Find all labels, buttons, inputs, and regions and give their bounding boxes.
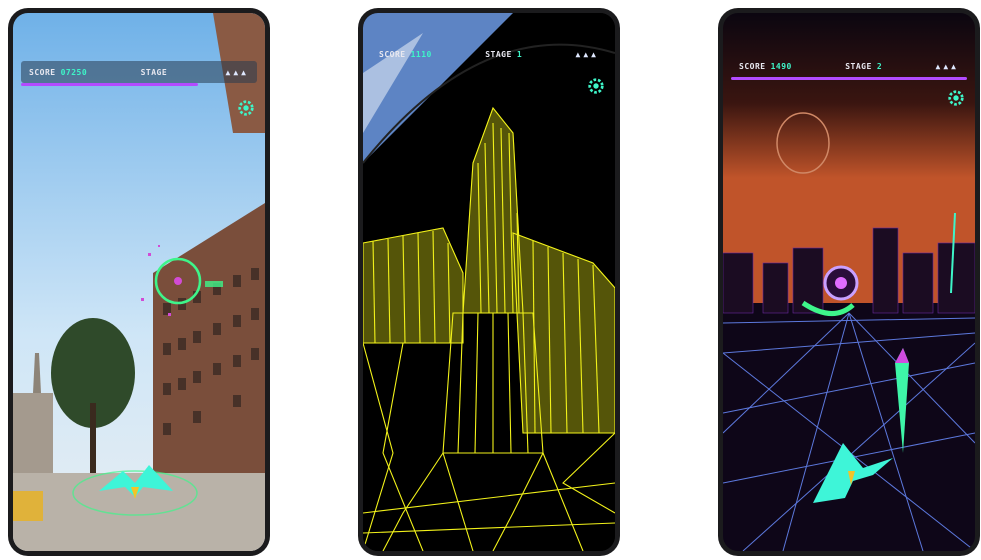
stage-value: 2 [876,61,883,71]
phone-2: SCORE 1110 STAGE 1 ▲▲▲ [358,8,620,556]
score-label: SCORE [379,49,406,59]
score-label: SCORE [739,61,766,71]
lives-indicator: ▲▲▲ [935,61,959,71]
score-display: SCORE 1490 [739,62,792,71]
score-display: SCORE 1110 [379,50,432,59]
stage-display: STAGE 2 [845,62,882,71]
score-value: 1490 [770,61,792,71]
phone-1: SCORE 07250 STAGE ▲▲▲ [8,8,270,556]
settings-gear-icon[interactable] [237,99,255,117]
synthwave-grid-scene [723,13,975,551]
stage-label: STAGE [485,49,512,59]
game-screen-synthwave[interactable]: SCORE 1490 STAGE 2 ▲▲▲ [723,13,975,551]
wireframe-city-scene [363,13,615,551]
phone-3: SCORE 1490 STAGE 2 ▲▲▲ [718,8,980,556]
stage-display: STAGE [141,68,173,77]
lives-indicator: ▲▲▲ [575,49,599,59]
score-value: 07250 [60,67,88,77]
stage-label: STAGE [845,61,872,71]
stage-progress-bar [731,77,967,80]
ar-street-scene [13,13,265,551]
score-label: SCORE [29,67,56,77]
game-screen-wireframe[interactable]: SCORE 1110 STAGE 1 ▲▲▲ [363,13,615,551]
stage-value: 1 [516,49,523,59]
stage-display: STAGE 1 [485,50,522,59]
stage-label: STAGE [140,67,168,77]
score-value: 1110 [410,49,432,59]
settings-gear-icon[interactable] [587,77,605,95]
game-screen-ar[interactable]: SCORE 07250 STAGE ▲▲▲ [13,13,265,551]
hud-bar: SCORE 1110 STAGE 1 ▲▲▲ [371,43,607,65]
lives-indicator: ▲▲▲ [225,67,249,77]
stage-progress-bar [21,83,198,86]
hud-bar: SCORE 1490 STAGE 2 ▲▲▲ [731,55,967,80]
score-display: SCORE 07250 [29,68,87,77]
settings-gear-icon[interactable] [947,89,965,107]
hud-bar: SCORE 07250 STAGE ▲▲▲ [21,61,257,86]
